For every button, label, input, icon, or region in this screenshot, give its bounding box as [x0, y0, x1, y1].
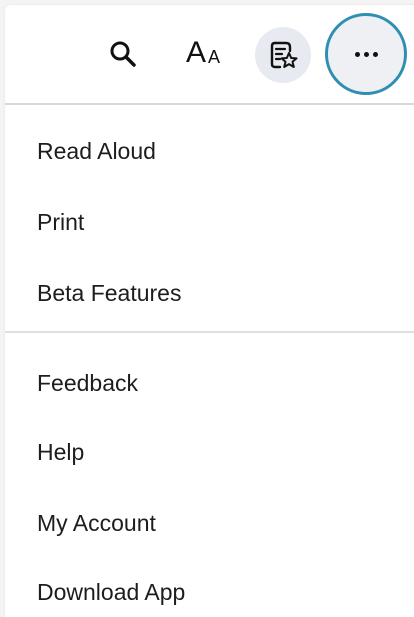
reading-list-button[interactable]: [255, 27, 311, 83]
text-size-button[interactable]: A A: [180, 30, 232, 78]
options-panel: A A Read Aloud Print Beta Features Feedb…: [5, 5, 414, 617]
options-menu: Read Aloud Print Beta Features Feedback …: [5, 105, 414, 617]
menu-group-tools: Read Aloud Print Beta Features: [5, 105, 414, 333]
search-button[interactable]: [103, 31, 143, 77]
menu-group-account: Feedback Help My Account Download App: [5, 333, 414, 617]
menu-item-print[interactable]: Print: [37, 202, 84, 242]
menu-item-beta-features[interactable]: Beta Features: [37, 273, 181, 313]
menu-item-my-account[interactable]: My Account: [37, 503, 156, 543]
dot: [354, 51, 360, 57]
dot: [363, 51, 369, 57]
reading-list-star-icon: [270, 41, 298, 69]
menu-item-download-app[interactable]: Download App: [37, 572, 185, 612]
toolbar: A A: [5, 5, 414, 105]
menu-item-help[interactable]: Help: [37, 432, 84, 472]
text-size-icon: A A: [181, 34, 231, 74]
menu-item-feedback[interactable]: Feedback: [37, 363, 138, 403]
more-options-button[interactable]: [325, 13, 407, 95]
dot: [372, 51, 378, 57]
menu-item-read-aloud[interactable]: Read Aloud: [37, 131, 156, 171]
more-options-icon: [354, 51, 378, 57]
text-size-big-letter: A: [186, 36, 207, 69]
search-icon: [110, 41, 136, 67]
text-size-small-letter: A: [208, 47, 221, 67]
